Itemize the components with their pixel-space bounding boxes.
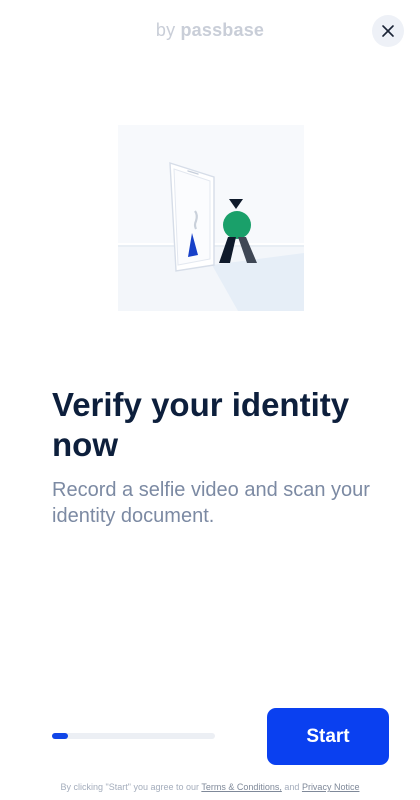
brand-name: passbase — [180, 20, 265, 40]
brand-by: by — [155, 20, 176, 40]
close-icon — [382, 25, 394, 37]
privacy-link[interactable]: Privacy Notice — [302, 782, 360, 792]
progress-bar-fill — [52, 733, 69, 739]
close-button[interactable] — [372, 15, 404, 47]
legal-prefix: By clicking "Start" you agree to our — [60, 782, 199, 792]
verification-start-screen: by passbase Verify your identity now Rec… — [0, 0, 420, 800]
start-button[interactable]: Start — [267, 708, 389, 765]
terms-link[interactable]: Terms & Conditions, — [201, 782, 282, 792]
page-subtitle: Record a selfie video and scan your iden… — [52, 479, 370, 527]
phone-icon — [169, 162, 215, 272]
progress-bar — [52, 733, 215, 739]
legal-notice: By clicking "Start" you agree to our Ter… — [0, 782, 420, 792]
legal-and: and — [284, 782, 300, 792]
selfie-verification-illustration — [118, 125, 304, 311]
page-title: Verify your identity now — [52, 386, 350, 463]
powered-by-brand: by passbase — [0, 20, 420, 41]
